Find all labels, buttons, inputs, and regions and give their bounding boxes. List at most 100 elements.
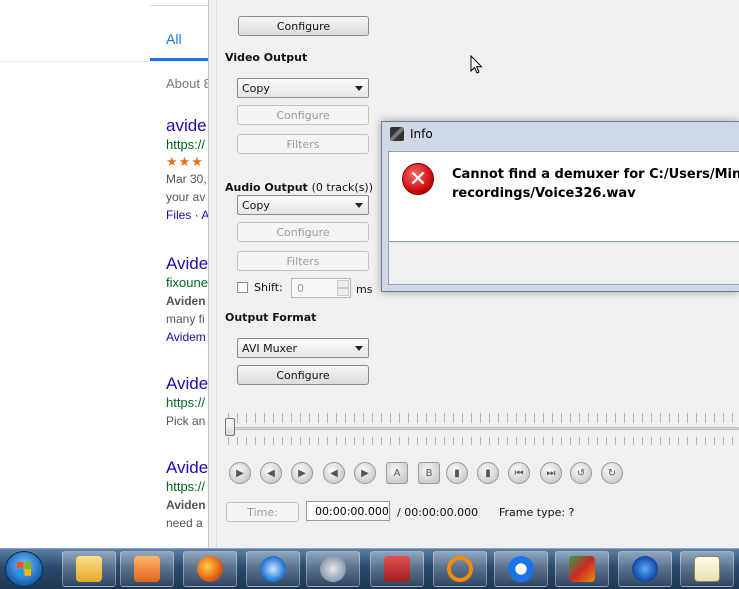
shift-spinbox[interactable]: 0 [291,278,351,298]
taskbar-windows-explorer[interactable] [62,551,116,587]
search-result: Avide https:// Pick an [166,374,208,430]
result-snippet: need a [166,516,203,530]
toolbox-icon [384,556,410,582]
audio-output-label: Audio Output (0 track(s)) [225,181,373,194]
play-icon[interactable]: ▶ [229,462,251,484]
folder-icon [76,556,102,582]
rewind-icon[interactable]: ◀ [260,462,282,484]
results-count: About 8 [166,76,211,91]
timeline-ticks-bottom [228,437,739,445]
result-snippet: your av [166,190,206,204]
media-player-icon [134,556,160,582]
spin-up-icon[interactable] [337,280,349,288]
output-format-select[interactable]: AVI Muxer [237,338,369,358]
video-output-select[interactable]: Copy [237,78,369,98]
result-url[interactable]: https:// [166,136,209,154]
chevron-down-icon [355,203,363,208]
result-url[interactable]: https:// [166,394,208,412]
search-result: Avide https:// Aviden need a [166,458,208,532]
set-marker-b-icon[interactable]: B [418,462,440,484]
error-icon: ✕ [402,163,434,195]
forward-60s-icon[interactable]: ↻ [601,462,623,484]
taskbar-network-app[interactable] [306,551,360,587]
taskbar-toolbox-app[interactable] [370,551,424,587]
start-button[interactable] [5,551,43,587]
audio-output-title: Audio Output [225,181,308,194]
avidemux-icon [569,556,595,582]
result-snippet: Mar 30, [166,172,207,186]
shift-label: Shift: [254,281,283,294]
first-frame-icon[interactable]: ⏮ [508,462,530,484]
result-link[interactable]: Avidem [166,328,208,346]
result-title[interactable]: Avide [166,458,208,478]
taskbar-teamviewer[interactable] [494,551,548,587]
current-time-field[interactable]: 00:00:00.000 [306,501,390,521]
shift-unit: ms [356,283,373,296]
audio-output-filters-button[interactable]: Filters [237,251,369,271]
result-url[interactable]: fixoune [166,274,208,292]
error-message: Cannot find a demuxer for C:/Users/Minis… [452,165,739,203]
result-title[interactable]: Avide [166,254,208,274]
shift-checkbox[interactable] [237,282,248,293]
video-codec-configure-button[interactable]: Configure [238,16,369,36]
output-format-label: Output Format [225,311,317,324]
result-url[interactable]: https:// [166,478,208,496]
result-snippet: Pick an [166,414,206,428]
divider [0,61,215,62]
taskbar-firefox[interactable] [183,551,237,587]
clapperboard-icon [390,127,404,141]
set-marker-a-icon[interactable]: A [386,462,408,484]
next-keyframe-icon[interactable]: ▶ [354,462,376,484]
error-message-line-2: recordings/Voice326.wav [452,186,636,201]
taskbar-malwarebytes[interactable] [618,551,672,587]
output-format-configure-button[interactable]: Configure [237,365,369,385]
info-dialog: Info ✕ Cannot find a demuxer for C:/User… [381,121,739,292]
timeline-slider-track[interactable] [228,427,739,430]
audio-output-configure-button[interactable]: Configure [237,222,369,242]
tab-all[interactable]: All [166,31,182,47]
result-title[interactable]: avide [166,116,209,136]
forward-icon[interactable]: ▶ [291,462,313,484]
video-output-configure-button[interactable]: Configure [237,105,369,125]
taskbar-browser-swirl[interactable] [246,551,300,587]
swirl-browser-icon [260,556,286,582]
notepad-icon [694,556,720,582]
firefox-icon [197,556,223,582]
audio-output-value: Copy [242,198,270,212]
rating-stars: ★★★ [166,154,204,169]
last-frame-icon[interactable]: ⏭ [540,462,562,484]
back-60s-icon[interactable]: ↺ [570,462,592,484]
frame-type: Frame type: ? [499,506,575,519]
time-button[interactable]: Time: [226,502,299,522]
network-icon [320,556,346,582]
search-result: Avide fixoune Aviden many fi Avidem [166,254,208,346]
search-box-edge [150,0,215,6]
audio-output-select[interactable]: Copy [237,195,369,215]
video-output-filters-button[interactable]: Filters [237,134,369,154]
previous-black-frame-icon[interactable]: ▮ [446,462,468,484]
windows-logo-icon [17,562,31,576]
timeline-ticks-top [228,413,739,423]
audio-track-count: (0 track(s)) [311,181,374,194]
background-browser-window: All About 8 avide https:// ★★★ Mar 30, y… [0,0,215,548]
chevron-down-icon [355,346,363,351]
chevron-down-icon [355,86,363,91]
result-links[interactable]: Files · A [166,206,209,224]
video-output-label: Video Output [225,51,308,64]
error-message-line-1: Cannot find a demuxer for C:/Users/Minis… [452,167,739,182]
taskbar-avidemux[interactable] [555,551,609,587]
timeline-slider-handle[interactable] [225,418,235,436]
dialog-title: Info [410,127,433,141]
next-black-frame-icon[interactable]: ▮ [477,462,499,484]
spin-down-icon[interactable] [337,288,349,296]
previous-keyframe-icon[interactable]: ◀ [323,462,345,484]
taskbar-notepad-plus-plus[interactable] [680,551,734,587]
search-result: avide https:// ★★★ Mar 30, your av Files… [166,116,209,224]
magnifier-icon [447,556,473,582]
mouse-cursor-icon [470,55,483,74]
taskbar-media-player[interactable] [120,551,174,587]
result-title[interactable]: Avide [166,374,208,394]
taskbar-search-app[interactable] [433,551,487,587]
teamviewer-icon [508,556,534,582]
dialog-titlebar[interactable]: Info [390,127,433,141]
